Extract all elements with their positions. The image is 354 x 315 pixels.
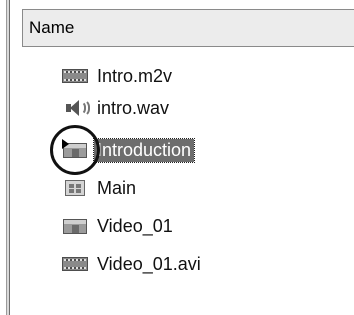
timeline-icon <box>58 215 90 237</box>
list-item-label: Intro.m2v <box>97 65 173 86</box>
audio-file-icon <box>58 97 90 119</box>
list-item[interactable]: Intro.m2v <box>58 60 175 92</box>
column-header-label: Name <box>29 18 75 37</box>
panel-border <box>6 0 10 315</box>
list-item-label: Video_01 <box>97 215 173 236</box>
list-item-label: intro.wav <box>97 97 170 118</box>
video-file-icon <box>58 253 90 275</box>
video-file-icon <box>58 65 90 87</box>
menu-icon <box>58 177 90 199</box>
list-item[interactable]: Video_01.avi <box>58 248 204 280</box>
highlight-circle <box>50 125 100 175</box>
list-item-label: Introduction <box>92 137 196 163</box>
list-item[interactable]: Main <box>58 172 139 204</box>
column-header-name[interactable]: Name <box>22 9 354 47</box>
list-item-label: Main <box>97 177 137 198</box>
project-panel: Name Intro.m2v intro.wav Introduction Ma… <box>0 0 354 315</box>
list-item[interactable]: Video_01 <box>58 210 176 242</box>
list-item[interactable]: intro.wav <box>58 92 172 124</box>
list-item-label: Video_01.avi <box>97 253 201 274</box>
